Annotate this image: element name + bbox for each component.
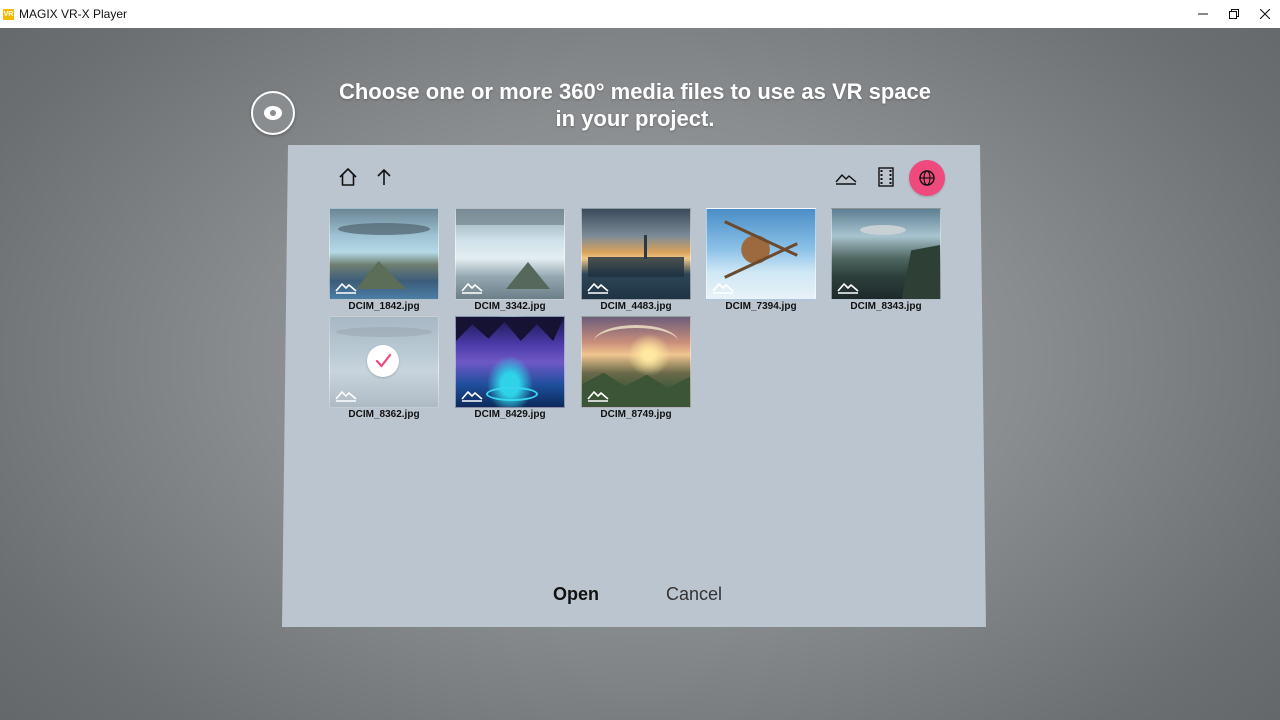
- restore-button[interactable]: [1218, 0, 1249, 28]
- file-item-dcim-8343[interactable]: DCIM_8343.jpg: [831, 208, 941, 314]
- file-name: DCIM_1842.jpg: [348, 301, 420, 312]
- file-item-dcim-3342[interactable]: DCIM_3342.jpg: [455, 208, 565, 314]
- globe-icon: [919, 170, 935, 186]
- mountain-icon: [835, 174, 857, 185]
- thumbnail-image: [455, 316, 565, 408]
- file-name: DCIM_3342.jpg: [474, 301, 546, 312]
- file-item-dcim-8749[interactable]: DCIM_8749.jpg: [581, 316, 691, 422]
- file-name: DCIM_4483.jpg: [600, 301, 672, 312]
- film-strip-icon: [878, 167, 894, 187]
- video-filter-button[interactable]: [876, 166, 896, 188]
- app-logo-icon: VR: [3, 8, 14, 20]
- window-title: MAGIX VR-X Player: [19, 7, 128, 21]
- dialog-heading: Choose one or more 360° media files to u…: [338, 79, 931, 131]
- file-name: DCIM_8362.jpg: [348, 409, 420, 420]
- up-arrow-icon: [377, 169, 391, 185]
- file-name: DCIM_8343.jpg: [850, 301, 922, 312]
- thumbnail-image: [455, 208, 565, 300]
- image-type-icon: [335, 388, 357, 402]
- window-controls: [1187, 0, 1280, 28]
- thumbnail-image: [581, 208, 691, 300]
- thumbnail-image: [831, 208, 941, 300]
- file-name: DCIM_7394.jpg: [725, 301, 797, 312]
- image-type-icon: [587, 388, 609, 402]
- home-icon: [339, 168, 357, 186]
- file-item-dcim-1842[interactable]: DCIM_1842.jpg: [329, 208, 439, 314]
- image-type-icon: [461, 280, 483, 294]
- thumbnail-image: [581, 316, 691, 408]
- panorama-filter-button[interactable]: [909, 160, 945, 196]
- image-type-icon: [587, 280, 609, 294]
- close-button[interactable]: [1249, 0, 1280, 28]
- close-icon: [1259, 9, 1270, 19]
- thumbnail-image: [329, 208, 439, 300]
- title-bar: VR MAGIX VR-X Player: [0, 0, 1280, 28]
- file-item-dcim-7394[interactable]: DCIM_7394.jpg: [706, 208, 816, 314]
- minimize-icon: [1197, 13, 1208, 15]
- restore-icon: [1228, 9, 1239, 19]
- file-item-dcim-4483[interactable]: DCIM_4483.jpg: [581, 208, 691, 314]
- cancel-button[interactable]: Cancel: [656, 581, 732, 607]
- viewer-eye-icon: [251, 91, 295, 135]
- selected-check-icon: [367, 345, 399, 377]
- image-type-icon: [335, 280, 357, 294]
- image-type-icon: [712, 280, 734, 294]
- photo-filter-button[interactable]: [834, 169, 858, 187]
- thumbnail-image: [706, 208, 816, 300]
- file-item-dcim-8362[interactable]: DCIM_8362.jpg: [329, 316, 439, 422]
- file-name: DCIM_8429.jpg: [474, 409, 546, 420]
- minimize-button[interactable]: [1187, 0, 1218, 28]
- image-type-icon: [837, 280, 859, 294]
- up-folder-button[interactable]: [374, 166, 394, 188]
- file-item-dcim-8429[interactable]: DCIM_8429.jpg: [455, 316, 565, 422]
- file-name: DCIM_8749.jpg: [600, 409, 672, 420]
- open-button[interactable]: Open: [540, 581, 612, 607]
- home-button[interactable]: [337, 166, 359, 188]
- image-type-icon: [461, 388, 483, 402]
